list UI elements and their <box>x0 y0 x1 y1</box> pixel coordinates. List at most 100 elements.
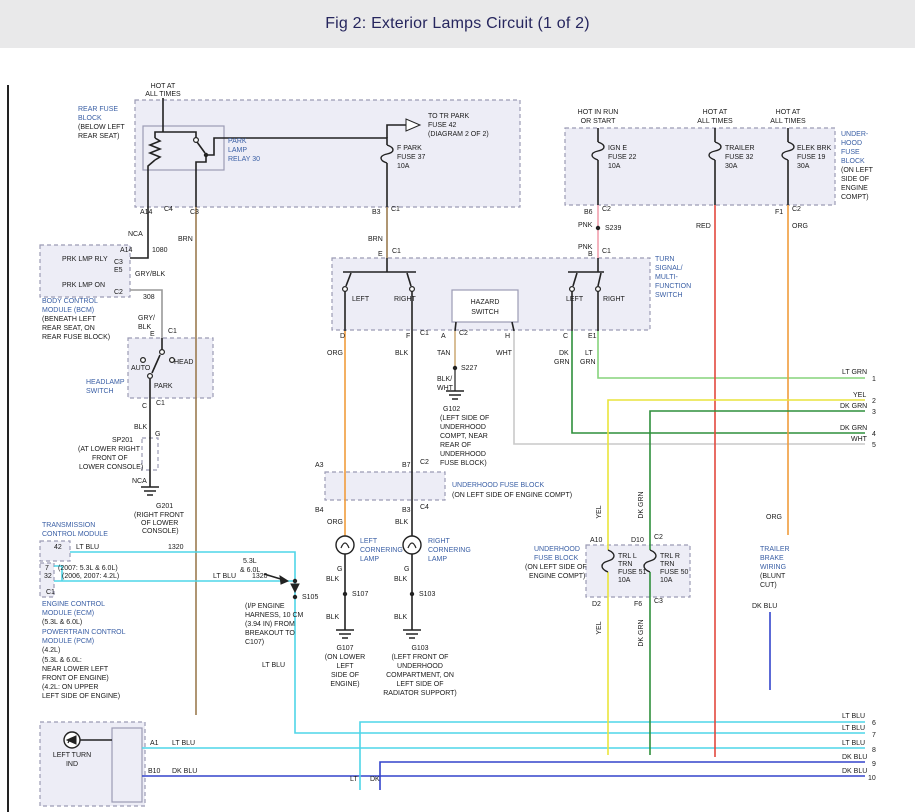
diagram-label: C1 <box>168 328 177 335</box>
diagram-label: 7 <box>872 732 876 739</box>
diagram-label: YEL <box>853 392 866 399</box>
diagram-label: PRK LMP ON <box>62 282 105 289</box>
diagram-label: C3 <box>190 209 199 216</box>
diagram-label: NCA <box>132 478 147 485</box>
diagram-label: B <box>588 251 593 258</box>
diagram-label: FUSE 42 <box>428 122 457 129</box>
diagram-label: RIGHT <box>603 296 626 303</box>
diagram-label: TO TR PARK <box>428 113 470 120</box>
left-turn-ind-box <box>40 722 145 806</box>
diagram-label: REAR SEAT) <box>78 133 120 140</box>
contact-circle <box>343 287 348 292</box>
splice-dot <box>204 153 208 157</box>
diagram-label: PRK LMP RLY <box>62 256 108 263</box>
diagram-label: POWERTRAIN CONTROL <box>42 629 126 636</box>
diagram-label: LT BLU <box>842 713 865 720</box>
wiring-diagram: HOT ATALL TIMESREAR FUSEBLOCK(BELOW LEFT… <box>0 0 915 812</box>
splice-dot <box>596 226 600 230</box>
diagram-label: 10A <box>397 163 410 170</box>
diagram-label: LEFT <box>360 538 378 545</box>
diagram-label: D <box>340 333 345 340</box>
diagram-label: F PARK <box>397 145 422 152</box>
diagram-label: S105 <box>302 594 318 601</box>
diagram-label: BLK <box>326 576 340 583</box>
contact-circle <box>570 287 575 292</box>
diagram-label: G201 <box>156 503 173 510</box>
diagram-label: 5.3L <box>243 558 257 565</box>
diagram-label: 7 <box>45 565 49 572</box>
diagram-label: CONSOLE) <box>142 528 179 535</box>
diagram-label: LT <box>585 350 593 357</box>
diagram-label: (LEFT FRONT OF <box>392 654 449 661</box>
diagram-label: (LEFT SIDE OF <box>440 415 489 422</box>
diagram-label: IND <box>66 761 78 768</box>
diagram-label: 4 <box>872 431 876 438</box>
diagram-label: TRN <box>618 561 632 568</box>
diagram-label: BLK <box>326 614 340 621</box>
diagram-label: HOT AT <box>776 109 801 116</box>
diagram-label: RED <box>696 223 711 230</box>
splice-dot <box>343 592 347 596</box>
diagram-label: C1 <box>391 206 400 213</box>
diagram-label: 10 <box>868 775 876 782</box>
diagram-label: LEFT <box>566 296 584 303</box>
diagram-label: (ON LOWER <box>325 654 365 661</box>
diagram-label: OF LOWER <box>141 520 178 527</box>
diagram-label: E1 <box>588 333 597 340</box>
diagram-label: G <box>337 566 342 573</box>
diagram-label: B10 <box>148 768 161 775</box>
contact-circle <box>160 350 165 355</box>
diagram-label: ALL TIMES <box>145 91 181 98</box>
diagram-label: G <box>404 566 409 573</box>
diagram-label: WIRING <box>760 564 786 571</box>
diagram-label: AUTO <box>131 365 151 372</box>
diagram-label: LT BLU <box>172 740 195 747</box>
diagram-label: DK GRN <box>840 425 867 432</box>
diagram-label: IGN E <box>608 145 627 152</box>
diagram-label: 1320 <box>168 544 184 551</box>
diagram-label: BLK <box>138 324 152 331</box>
diagram-label: (AT LOWER RIGHT <box>78 446 141 453</box>
diagram-label: BODY CONTROL <box>42 298 98 305</box>
diagram-label: (3.94 IN) FROM <box>245 621 295 628</box>
diagram-label: S227 <box>461 365 477 372</box>
diagram-label: BLK <box>395 519 409 526</box>
diagram-label: SWITCH <box>655 292 683 299</box>
diagram-label: DK BLU <box>752 603 777 610</box>
diagram-label: S107 <box>352 591 368 598</box>
diagram-label: ORG <box>792 223 808 230</box>
wire-dkgrn-3 <box>650 411 865 550</box>
diagram-label: OR START <box>581 118 616 125</box>
diagram-label: FUSE 32 <box>725 154 754 161</box>
diagram-label: SWITCH <box>471 309 499 316</box>
diagram-label: BRN <box>368 236 383 243</box>
diagram-label: G <box>155 431 160 438</box>
diagram-label: DK <box>559 350 569 357</box>
diagram-label: DK BLU <box>172 768 197 775</box>
diagram-label: CUT) <box>760 582 777 589</box>
diagram-label: 1080 <box>152 247 168 254</box>
diagram-label: (ON LEFT <box>841 167 874 174</box>
diagram-label: GRN <box>580 359 596 366</box>
diagram-label: SIDE OF <box>331 672 359 679</box>
diagram-label: FRONT OF ENGINE) <box>42 675 109 682</box>
diagram-label: TRAILER <box>760 546 790 553</box>
diagram-label: E5 <box>114 267 123 274</box>
diagram-label: C1 <box>420 330 429 337</box>
diagram-label: HOT AT <box>151 83 176 90</box>
diagram-label: REAR FUSE BLOCK) <box>42 334 110 341</box>
diagram-label: (DIAGRAM 2 OF 2) <box>428 131 489 138</box>
diagram-label: PNK <box>578 222 593 229</box>
diagram-label: LAMP <box>360 556 379 563</box>
diagram-label: C2 <box>420 459 429 466</box>
diagram-label: UNDERHOOD <box>440 451 486 458</box>
diagram-label: MODULE (ECM) <box>42 610 94 617</box>
diagram-label: C1 <box>156 400 165 407</box>
diagram-label: (RIGHT FRONT <box>134 512 185 519</box>
diagram-label: D2 <box>592 601 601 608</box>
diagram-label: (ON LEFT SIDE OF <box>525 564 587 571</box>
diagram-label: BLK/ <box>437 376 452 383</box>
diagram-label: A10 <box>590 537 603 544</box>
diagram-label: YEL <box>596 621 603 634</box>
diagram-label: C3 <box>654 598 663 605</box>
